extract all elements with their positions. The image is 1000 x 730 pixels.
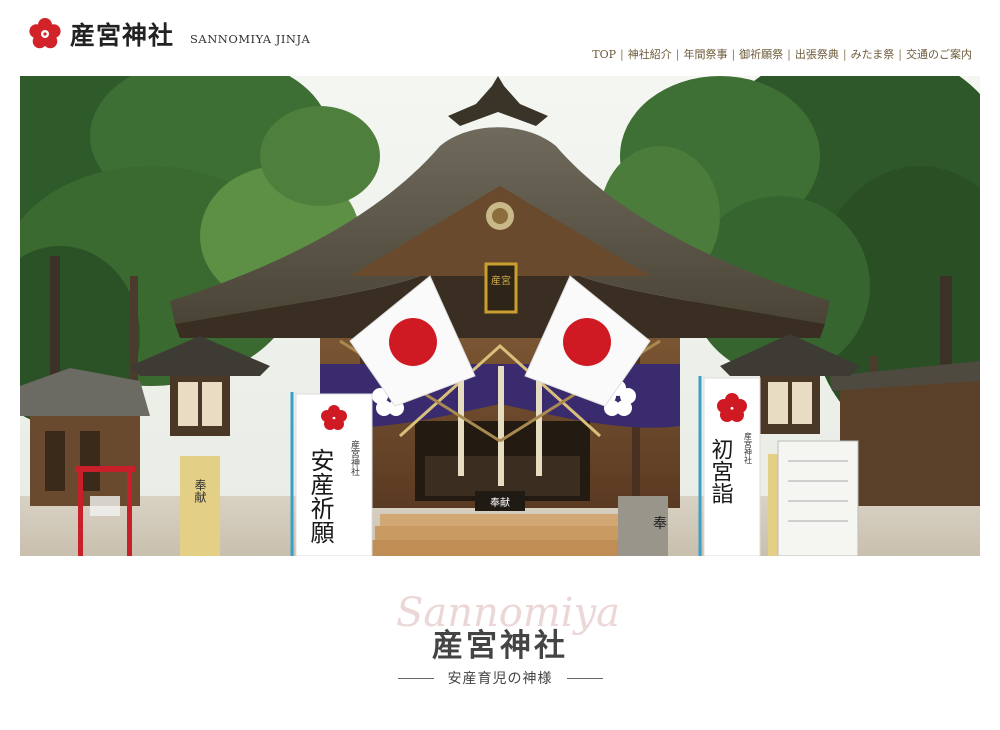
- nav-access[interactable]: 交通のご案内: [906, 46, 972, 62]
- notice-board: [777, 440, 859, 556]
- banner-left-small: 産宮神社: [349, 439, 360, 477]
- banner-left-main: 安産祈願: [306, 448, 334, 544]
- banner-right-small: 産宮神社: [744, 431, 753, 465]
- shrine-plaque-text: 産宮: [491, 274, 511, 287]
- hero-image: 産宮 奉献 奉献 奉 安産祈願 産宮神社 初宮詣 産宮神社: [20, 76, 980, 556]
- shrine-photo-illustration: 産宮 奉献 奉献 奉 安産祈願 産宮神社 初宮詣 産宮神社: [20, 76, 980, 556]
- page-title: 産宮神社: [432, 628, 568, 664]
- logo-japanese: 産宮神社: [70, 21, 175, 50]
- banner-hatsumiya: 初宮詣 産宮神社: [698, 376, 761, 556]
- main-nav: TOP | 神社紹介 | 年間祭事 | 御祈願祭 | 出張祭典 | みたま祭 | 交通のご案…: [592, 46, 972, 62]
- divider-line-left: [397, 677, 434, 679]
- nav-shrine-intro[interactable]: 神社紹介: [628, 46, 672, 62]
- site-logo[interactable]: 産宮神社 SANNOMIYA JINJA: [28, 16, 310, 52]
- offering-box-text: 奉献: [490, 496, 510, 509]
- banner-anzan: 安産祈願 産宮神社: [290, 392, 373, 556]
- stone-post: 奉: [618, 496, 668, 556]
- nav-mitama-festival[interactable]: みたま祭: [851, 46, 895, 62]
- divider-line-right: [566, 677, 603, 679]
- subtitle-row: 安産育児の神様: [0, 668, 1000, 688]
- plum-blossom-icon: [29, 18, 61, 49]
- page-subtitle: 安産育児の神様: [447, 671, 553, 687]
- title-section: Sannomiya 産宮神社 安産育児の神様: [0, 590, 1000, 710]
- stone-post-text: 奉: [653, 516, 667, 532]
- nav-prayer-ceremonies[interactable]: 御祈願祭: [739, 46, 783, 62]
- nav-top[interactable]: TOP: [592, 48, 616, 61]
- nav-visiting-ceremonies[interactable]: 出張祭典: [795, 46, 839, 62]
- banner-right-main: 初宮詣: [708, 438, 734, 504]
- lantern-base-text: 奉献: [193, 479, 207, 503]
- site-header: 産宮神社 SANNOMIYA JINJA TOP | 神社紹介 | 年間祭事 | 御祈…: [0, 0, 1000, 76]
- logo-english: SANNOMIYA JINJA: [190, 31, 311, 46]
- nav-annual-festivals[interactable]: 年間祭事: [683, 46, 727, 62]
